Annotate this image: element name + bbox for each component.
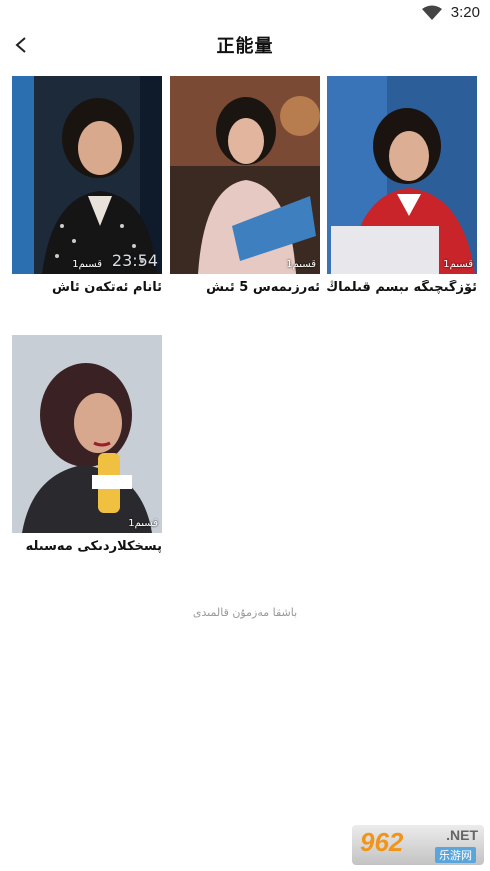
video-thumbnail[interactable]: 1قسىم bbox=[327, 76, 477, 274]
thumbnail-image bbox=[327, 76, 477, 274]
episode-count: 1قسىم bbox=[72, 259, 102, 270]
wifi-icon bbox=[421, 5, 442, 20]
thumbnail-image bbox=[12, 335, 162, 533]
video-thumbnail[interactable]: 1قسىم 23:54 bbox=[12, 76, 162, 274]
video-title: پسخكلاردىكى مەسىلە bbox=[25, 539, 162, 554]
video-thumbnail[interactable]: 1قسىم bbox=[170, 76, 320, 274]
video-thumbnail[interactable]: 1قسىم bbox=[12, 335, 162, 533]
watermark-logo: 962 bbox=[360, 827, 404, 857]
status-time: 3:20 bbox=[450, 4, 480, 21]
thumbnail-image bbox=[170, 76, 320, 274]
video-card-4[interactable]: 1قسىم پسخكلاردىكى مەسىلە bbox=[12, 335, 162, 554]
watermark-net: .NET bbox=[446, 827, 478, 843]
status-icons: 3:20 bbox=[421, 4, 480, 21]
episode-count: 1قسىم bbox=[443, 259, 473, 270]
site-watermark: 962 .NET 乐游网 bbox=[352, 825, 484, 865]
app-bar: 正能量 bbox=[0, 28, 490, 64]
video-title: ئانام ئەتكەن ئاش bbox=[52, 280, 162, 295]
page-title: 正能量 bbox=[216, 36, 274, 57]
episode-count: 1قسىم bbox=[128, 518, 158, 529]
thumbnail-image bbox=[12, 76, 162, 274]
end-of-list-text: باشقا مەزمۇن قالمىدى bbox=[192, 606, 298, 619]
video-card-1[interactable]: 1قسىم 23:54 ئانام ئەتكەن ئاش bbox=[12, 76, 162, 295]
watermark-sub: 乐游网 bbox=[435, 847, 476, 863]
video-card-2[interactable]: 1قسىم ئەرزىمەس 5 ئىش bbox=[170, 76, 320, 295]
video-title: ئەرزىمەس 5 ئىش bbox=[206, 280, 320, 295]
video-timestamp: 23:54 bbox=[111, 251, 158, 270]
status-bar: 3:20 bbox=[0, 0, 490, 28]
episode-count: 1قسىم bbox=[286, 259, 316, 270]
video-title: ئۆزگىچىگە ىبسم قىلماڭ bbox=[327, 280, 477, 295]
video-card-3[interactable]: 1قسىم ئۆزگىچىگە ىبسم قىلماڭ bbox=[327, 76, 477, 295]
